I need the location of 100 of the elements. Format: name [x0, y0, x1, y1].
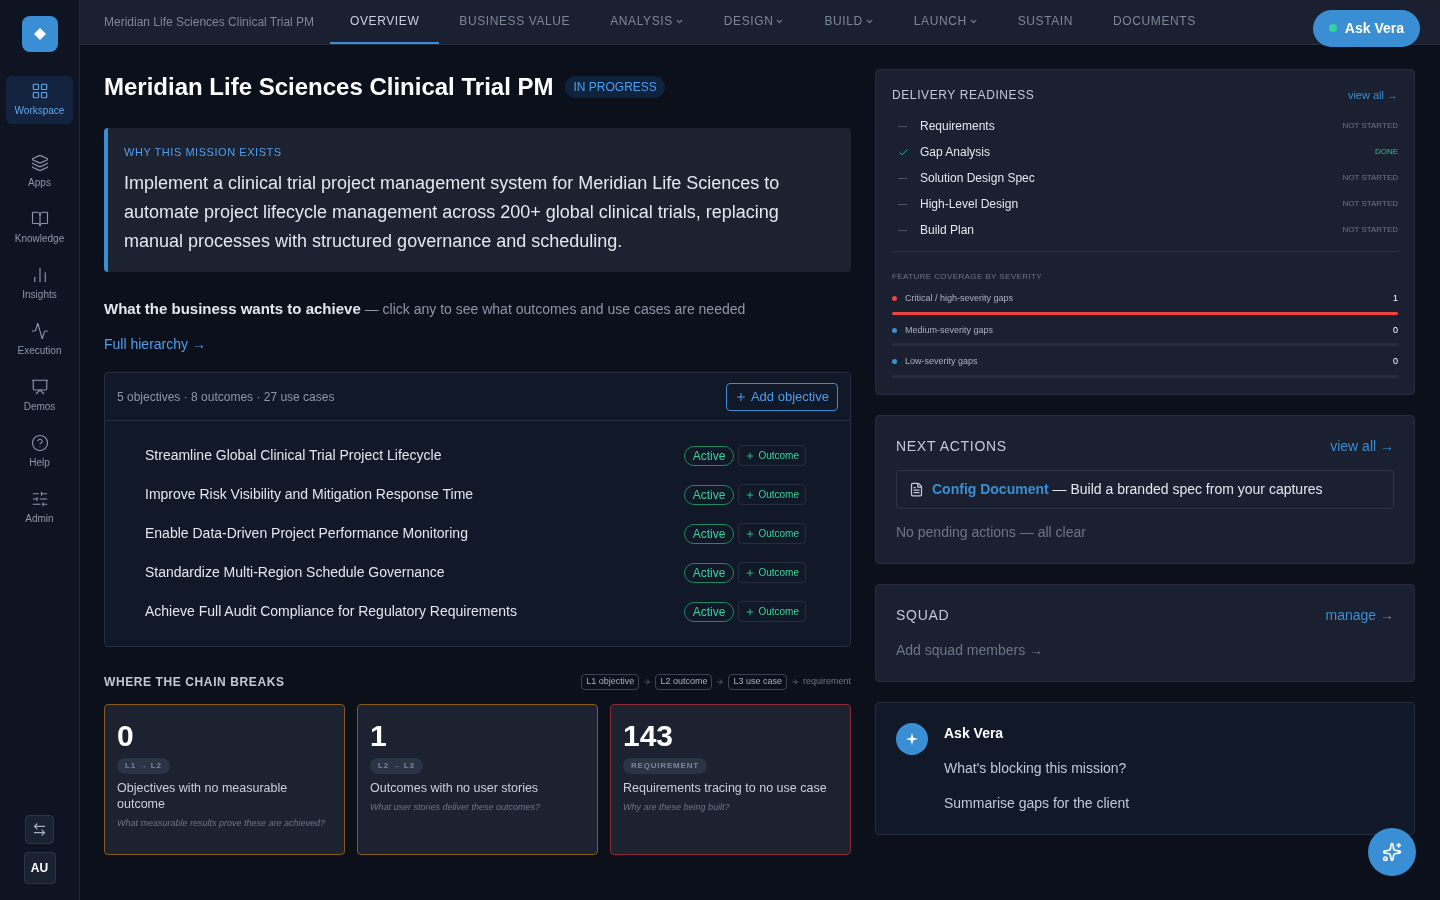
severity-label: Low-severity gaps	[905, 355, 978, 368]
readiness-item: Build Plan	[920, 222, 975, 239]
nav-item[interactable]: Admin	[6, 484, 73, 532]
document-icon	[909, 481, 924, 497]
level-pill: L1 → L2	[117, 758, 170, 774]
add-outcome-button[interactable]: Outcome	[738, 562, 806, 583]
readiness-item: Solution Design Spec	[920, 170, 1035, 187]
sparkle-icon	[906, 732, 918, 745]
add-members-link[interactable]: Add squad members →	[896, 639, 1394, 661]
gap-question: What user stories deliver these outcomes?	[370, 801, 541, 813]
coverage-heading: FEATURE COVERAGE BY SEVERITY	[892, 272, 1043, 281]
plus-icon	[734, 390, 747, 403]
user-avatar[interactable]: AU	[23, 852, 56, 884]
nav-tab[interactable]: SUSTAIN	[997, 0, 1094, 44]
objectives-summary: 5 objectives · 8 outcomes · 27 use cases	[117, 388, 335, 406]
plus-icon	[745, 567, 756, 578]
gap-question: Why are these being built?	[623, 801, 730, 813]
level-tag: L2 outcome	[655, 674, 713, 690]
nav-item[interactable]: Execution	[6, 316, 73, 364]
readiness-status: DONE	[1374, 146, 1398, 158]
chain-card[interactable]: 1 L2 → L3 Outcomes with no user stories What user stories deliver these outcomes?	[357, 704, 598, 855]
readiness-item: Requirements	[920, 118, 995, 135]
readiness-status: NOT STARTED	[1342, 198, 1398, 210]
card-title: NEXT ACTIONS	[896, 436, 1007, 456]
goals-hint: — click any to see what outcomes and use cases are needed	[364, 299, 746, 319]
nav-item[interactable]: Help	[6, 428, 73, 476]
gap-title: Objectives with no measurable outcome	[117, 780, 289, 812]
view-all-link[interactable]: view all →	[1330, 435, 1394, 457]
nav-item[interactable]: Workspace	[6, 76, 73, 124]
nav-tab[interactable]: BUILD	[804, 0, 894, 44]
app-logo[interactable]	[21, 16, 58, 52]
objective-title[interactable]: Achieve Full Audit Compliance for Regulatory Requirements	[145, 601, 517, 622]
gap-count: 143	[623, 718, 674, 754]
view-all-link[interactable]: view all →	[1347, 86, 1398, 104]
plus-icon	[745, 606, 756, 617]
assistant-fab[interactable]	[1368, 828, 1416, 876]
add-outcome-button[interactable]: Outcome	[738, 601, 806, 622]
objective-title[interactable]: Streamline Global Clinical Trial Project Lifecycle	[145, 445, 442, 466]
add-outcome-button[interactable]: Outcome	[738, 484, 806, 505]
action-text: Config Document — Build a branded spec from your captures	[932, 479, 1323, 499]
mission-label: WHY THIS MISSION EXISTS	[124, 145, 283, 160]
nav-tab[interactable]: DESIGN	[703, 0, 805, 44]
nav-tab[interactable]: OVERVIEW	[330, 0, 440, 44]
nav-icon	[30, 490, 49, 508]
add-objective-button[interactable]: Add objective	[725, 382, 838, 411]
plus-icon	[745, 489, 756, 500]
chain-card[interactable]: 143 REQUIREMENT Requirements tracing to no use case Why are these being built?	[610, 704, 851, 855]
severity-count: 0	[1393, 355, 1398, 368]
arrow-icon	[790, 678, 799, 686]
manage-link[interactable]: manage →	[1325, 604, 1394, 626]
nav-item[interactable]: Demos	[6, 372, 73, 420]
severity-count: 1	[1393, 292, 1398, 305]
nav-item[interactable]: Apps	[6, 148, 73, 196]
nav-tab[interactable]: DOCUMENTS	[1093, 0, 1216, 44]
suggested-prompt[interactable]: What's blocking this mission?	[944, 757, 1130, 779]
nav-icon	[30, 378, 49, 396]
nav-icon	[30, 322, 49, 340]
chain-heading: WHERE THE CHAIN BREAKS	[104, 674, 285, 691]
gap-title: Outcomes with no user stories	[370, 780, 539, 796]
full-hierarchy-link[interactable]: Full hierarchy →	[104, 334, 206, 355]
goals-heading: What the business wants to achieve	[104, 298, 361, 319]
nav-item[interactable]: Insights	[6, 260, 73, 308]
nav-tab[interactable]: ANALYSIS	[590, 0, 704, 44]
swap-icon	[32, 822, 47, 837]
readiness-status: NOT STARTED	[1342, 224, 1398, 236]
suggested-prompt[interactable]: Summarise gaps for the client	[944, 792, 1130, 814]
empty-state-text: No pending actions — all clear	[896, 522, 1087, 542]
severity-count: 0	[1393, 323, 1398, 337]
objective-title[interactable]: Enable Data-Driven Project Performance Monitoring	[145, 523, 468, 544]
gap-title: Requirements tracing to no use case	[623, 780, 827, 796]
nav-tab[interactable]: LAUNCH	[893, 0, 998, 44]
readiness-status: NOT STARTED	[1342, 172, 1398, 184]
objective-title[interactable]: Improve Risk Visibility and Mitigation Response Time	[145, 484, 474, 505]
sparkles-icon	[1382, 842, 1402, 862]
card-title: DELIVERY READINESS	[892, 87, 1035, 104]
action-row[interactable]: Config Document — Build a branded spec from your captures	[896, 469, 1394, 509]
swap-button[interactable]	[25, 815, 54, 844]
arrow-icon	[716, 678, 725, 686]
objective-title[interactable]: Standardize Multi-Region Schedule Governance	[145, 562, 445, 583]
card-title: SQUAD	[896, 605, 950, 625]
add-outcome-button[interactable]: Outcome	[738, 445, 806, 466]
page-title: Meridian Life Sciences Clinical Trial PM	[104, 72, 554, 102]
nav-tab[interactable]: BUSINESS VALUE	[439, 0, 591, 44]
nav-icon	[30, 82, 49, 100]
nav-item[interactable]: Knowledge	[6, 204, 73, 252]
level-tag: L1 objective	[581, 674, 640, 690]
chain-card[interactable]: 0 L1 → L2 Objectives with no measurable outcome What measurable results prove these are achieved?	[104, 704, 345, 855]
add-outcome-button[interactable]: Outcome	[738, 523, 806, 544]
status-badge: IN PROGRESS	[565, 76, 665, 98]
gap-count: 1	[370, 718, 387, 754]
ask-vera-button[interactable]: Ask Vera	[1312, 9, 1420, 47]
mission-text: Implement a clinical trial project management system for Meridian Life Sciences to automate project lifecycle management across 200+ global clinical trials, replacing manual processes with structured governance and scheduling.	[124, 171, 781, 253]
project-name: Meridian Life Sciences Clinical Trial PM	[104, 14, 315, 31]
plus-icon	[745, 528, 756, 539]
readiness-item: Gap Analysis	[920, 144, 991, 161]
nav-icon	[30, 154, 49, 172]
assistant-title: Ask Vera	[944, 723, 1005, 743]
gap-question: What measurable results prove these are achieved?	[117, 817, 326, 829]
level-label: requirement	[802, 675, 851, 689]
config-document-link[interactable]: Config Document	[932, 480, 1049, 497]
